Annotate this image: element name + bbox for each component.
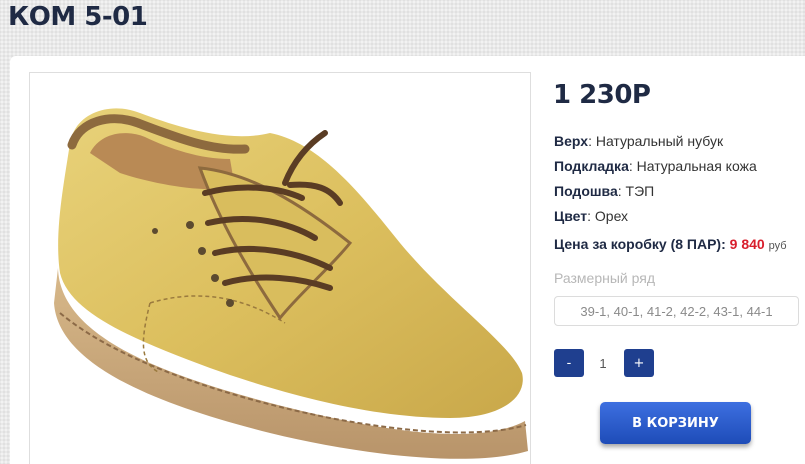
spec-label: Подошва	[554, 183, 618, 199]
box-price-currency: руб	[768, 240, 787, 252]
spec-value: : Натуральная кожа	[628, 158, 757, 174]
spec-sole: Подошва: ТЭП	[554, 183, 654, 199]
spec-upper: Верх: Натуральный нубук	[554, 133, 723, 149]
quantity-plus-button[interactable]: +	[624, 349, 654, 377]
quantity-input[interactable]: 1	[590, 349, 616, 377]
size-range-caption: Размерный ряд	[554, 270, 656, 286]
spec-lining: Подкладка: Натуральная кожа	[554, 158, 757, 174]
box-price-value: 9 840	[729, 236, 765, 252]
spec-label: Цвет	[554, 208, 588, 224]
product-image[interactable]	[29, 72, 531, 464]
box-price: Цена за коробку (8 ПАР): 9 840 руб	[554, 236, 787, 252]
page-title: КОМ 5-01	[8, 2, 148, 32]
spec-color: Цвет: Орех	[554, 208, 628, 224]
product-price: 1 230Р	[553, 80, 651, 110]
add-to-cart-button[interactable]: В КОРЗИНУ	[600, 402, 751, 444]
shoe-photo-icon	[54, 108, 528, 459]
spec-value: : Натуральный нубук	[588, 133, 724, 149]
spec-value: : Орех	[587, 208, 629, 224]
spec-value: : ТЭП	[617, 183, 655, 199]
spec-label: Подкладка	[554, 158, 629, 174]
size-range-field[interactable]: 39-1, 40-1, 41-2, 42-2, 43-1, 44-1	[554, 296, 799, 326]
quantity-minus-button[interactable]: -	[554, 349, 584, 377]
box-price-label: Цена за коробку (8 ПАР):	[554, 236, 726, 252]
spec-label: Верх	[554, 133, 589, 149]
